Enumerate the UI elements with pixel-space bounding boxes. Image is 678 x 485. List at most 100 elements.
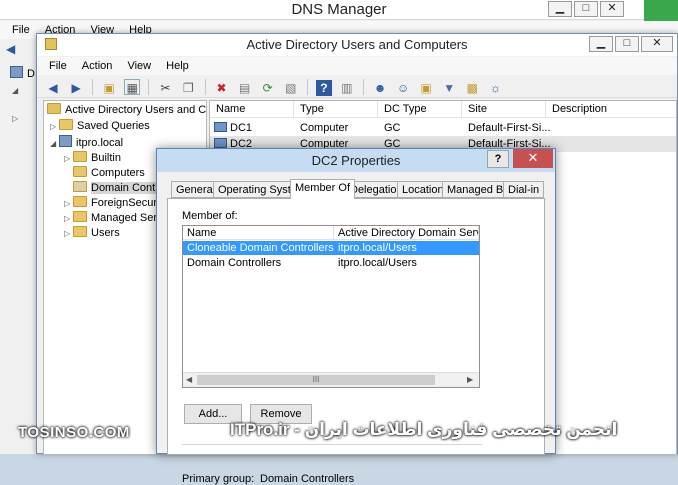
help-icon[interactable]: ? [315, 80, 332, 96]
folder-icon [59, 119, 73, 130]
horizontal-scrollbar[interactable]: ◀ III ▶ [183, 372, 479, 387]
expand-icon[interactable]: ▷ [64, 151, 73, 166]
tree-item-foreign-security[interactable]: ▷ ForeignSecuri [64, 196, 159, 211]
primary-group-label: Primary group: [182, 473, 255, 485]
member-row-cloneable[interactable]: Cloneable Domain Controllers itpro.local… [183, 241, 479, 255]
primary-group-divider [182, 444, 482, 445]
tree-saved-queries[interactable]: ▷ Saved Queries [50, 119, 150, 134]
list-cell-name: DC1 [210, 120, 252, 136]
back-icon[interactable]: ◀ [45, 80, 61, 96]
scroll-thumb[interactable]: III [197, 375, 435, 385]
tab-dial-in[interactable]: Dial-in [503, 181, 545, 198]
primary-group-value: Domain Controllers [260, 473, 355, 485]
properties-icon[interactable]: ▤ [237, 80, 253, 96]
new-ou-icon[interactable]: ▣ [418, 80, 434, 96]
list-cell-dc-type: GC [384, 122, 401, 134]
aduc-menu-help[interactable]: Help [166, 57, 189, 75]
column-description[interactable]: Description [546, 101, 676, 118]
member-cell-folder: itpro.local/Users [338, 242, 417, 254]
copy-icon[interactable]: ❐ [180, 80, 196, 96]
dns-tree-expand-icon-2[interactable]: ▷ [12, 114, 18, 123]
view-icon[interactable]: ▥ [339, 80, 355, 96]
expand-icon[interactable]: ▷ [64, 211, 73, 226]
toolbar-separator [204, 79, 206, 95]
expand-icon[interactable]: ▷ [64, 196, 73, 211]
collapse-icon[interactable]: ◢ [50, 136, 59, 151]
dns-close-button[interactable]: ✕ [600, 1, 624, 17]
aduc-close-button[interactable]: ✕ [641, 36, 673, 52]
dns-minimize-button[interactable]: ▁ [548, 1, 572, 17]
dns-titlebar[interactable]: DNS Manager ▁ □ ✕ [0, 0, 678, 20]
tree-item-managed-service[interactable]: ▷ Managed Serv [64, 211, 163, 226]
folder-icon [73, 211, 87, 222]
folder-icon [73, 196, 87, 207]
dialog-titlebar[interactable]: DC2 Properties ? ✕ [157, 149, 555, 172]
watermark-left: TOSINSO.COM [18, 424, 130, 441]
tab-location[interactable]: Location [397, 181, 449, 198]
dns-back-arrow-icon[interactable]: ◀ [6, 42, 15, 56]
dns-server-icon [10, 66, 23, 78]
toolbar-separator [148, 79, 150, 95]
aduc-root-icon [47, 103, 61, 114]
member-cell-name: Domain Controllers [187, 257, 282, 269]
tree-item-builtin[interactable]: ▷ Builtin [64, 151, 121, 166]
folder-icon [73, 151, 87, 162]
aduc-maximize-button[interactable]: □ [615, 36, 639, 52]
cut-icon[interactable]: ✂ [157, 80, 173, 96]
computer-icon [214, 122, 227, 132]
refresh-icon[interactable]: ⟳ [260, 80, 276, 96]
tree-item-users[interactable]: ▷ Users [64, 226, 120, 241]
new-group-icon[interactable]: ☺ [395, 80, 411, 96]
forward-icon[interactable]: ▶ [68, 80, 84, 96]
member-of-panel: Member of: Name Active Directory Domain … [167, 198, 545, 485]
export-icon[interactable]: ▧ [283, 80, 299, 96]
aduc-menu-action[interactable]: Action [82, 57, 113, 75]
scroll-left-icon[interactable]: ◀ [186, 375, 192, 384]
list-cell-site: Default-First-Si... [468, 122, 551, 134]
tree-item-computers[interactable]: Computers [64, 166, 145, 181]
member-cell-name: Cloneable Domain Controllers [187, 242, 334, 254]
up-folder-icon[interactable]: ▣ [101, 80, 117, 96]
aduc-menu-file[interactable]: File [49, 57, 67, 75]
tree-domain[interactable]: ◢ itpro.local [50, 135, 123, 150]
toolbar-separator [363, 79, 364, 95]
tab-member-of[interactable]: Member Of [290, 179, 356, 199]
find-icon[interactable]: ▩ [464, 80, 480, 96]
expand-icon[interactable]: ▷ [50, 119, 59, 134]
member-cell-folder: itpro.local/Users [338, 257, 417, 269]
member-of-list[interactable]: Name Active Directory Domain Services F … [182, 225, 480, 388]
aduc-minimize-button[interactable]: ▁ [589, 36, 613, 52]
aduc-title: Active Directory Users and Computers [246, 37, 468, 52]
dialog-close-button[interactable]: ✕ [513, 149, 553, 168]
column-site[interactable]: Site [462, 101, 546, 118]
toolbar-separator [306, 79, 308, 95]
console-tree-icon[interactable]: ▦ [124, 79, 141, 95]
aduc-menu-view[interactable]: View [127, 57, 151, 75]
tree-root[interactable]: Active Directory Users and Com [47, 103, 206, 118]
column-dc-type[interactable]: DC Type [378, 101, 462, 118]
dns-maximize-button[interactable]: □ [574, 1, 598, 17]
member-of-label: Member of: [182, 210, 238, 222]
member-column-name[interactable]: Name [183, 226, 334, 240]
new-user-icon[interactable]: ☻ [372, 80, 388, 96]
column-type[interactable]: Type [294, 101, 378, 118]
watermark-right: انجمن تخصصی فناوری اطلاعات ایران - ITPro… [230, 420, 618, 439]
add-to-group-icon[interactable]: ☼ [487, 80, 503, 96]
expand-icon[interactable]: ▷ [64, 226, 73, 241]
dns-menu-file[interactable]: File [12, 24, 30, 36]
member-column-folder[interactable]: Active Directory Domain Services F [334, 226, 479, 240]
list-row-dc1[interactable]: DC1 Computer GC Default-First-Si... [210, 120, 676, 136]
scroll-right-icon[interactable]: ▶ [467, 375, 473, 384]
toolbar-separator [92, 79, 94, 95]
member-row-domain-controllers[interactable]: Domain Controllers itpro.local/Users [183, 256, 479, 270]
filter-icon[interactable]: ▼ [441, 80, 457, 96]
dns-tree-expand-icon[interactable]: ◢ [12, 86, 18, 95]
aduc-toolbar: ◀ ▶ ▣ ▦ ✂ ❐ ✖ ▤ ⟳ ▧ ? ▥ ☻ ☺ ▣ ▼ ▩ ☼ [37, 76, 677, 98]
aduc-titlebar[interactable]: Active Directory Users and Computers ▁ □… [37, 34, 677, 56]
tree-item-domain-controllers[interactable]: Domain Contro [64, 181, 165, 196]
list-cell-type: Computer [300, 122, 349, 134]
folder-icon [73, 166, 87, 177]
dialog-help-button[interactable]: ? [487, 150, 509, 168]
column-name[interactable]: Name [210, 101, 294, 118]
delete-icon[interactable]: ✖ [214, 80, 230, 96]
